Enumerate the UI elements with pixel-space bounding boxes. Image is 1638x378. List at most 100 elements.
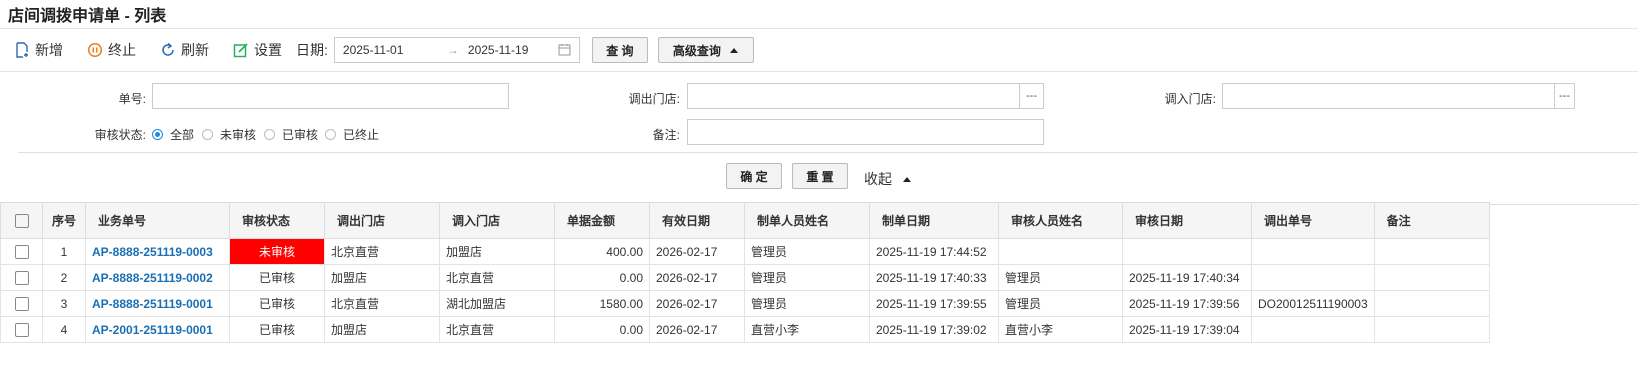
terminate-button-label: 终止: [108, 42, 136, 58]
add-button-label: 新增: [35, 42, 63, 58]
col-header-auditor[interactable]: 审核人员姓名: [998, 202, 1123, 239]
cell-audit-date: 2025-11-19 17:39:56: [1122, 290, 1252, 317]
reset-button[interactable]: 重 置: [792, 163, 848, 189]
out-store-label: 调出门店:: [628, 92, 680, 106]
row-checkbox[interactable]: [14, 244, 29, 259]
cell-order-no-link[interactable]: AP-2001-251119-0001: [85, 316, 230, 343]
col-header-remark[interactable]: 备注: [1373, 202, 1490, 239]
cell-seq: 1: [42, 238, 86, 265]
col-header-out-no[interactable]: 调出单号: [1251, 202, 1375, 239]
order-no-label: 单号:: [118, 92, 146, 106]
advanced-query-button[interactable]: 高级查询: [657, 37, 754, 63]
col-header-make-date[interactable]: 制单日期: [869, 202, 999, 239]
order-no-input[interactable]: [152, 83, 509, 109]
cell-make-date: 2025-11-19 17:40:33: [869, 264, 999, 291]
table-row[interactable]: 4 AP-2001-251119-0001 已审核 加盟店 北京直营 0.00 …: [0, 316, 1490, 343]
table-row[interactable]: 1 AP-8888-251119-0003 未审核 北京直营 加盟店 400.0…: [0, 238, 1490, 265]
status-option-label: 全部: [170, 128, 195, 142]
cell-out-no: [1251, 264, 1375, 291]
out-store-picker-button[interactable]: ---: [1020, 83, 1044, 109]
remark-input[interactable]: [687, 119, 1044, 145]
col-header-valid-date[interactable]: 有效日期: [649, 202, 745, 239]
cell-seq: 2: [42, 264, 86, 291]
cell-in-store: 北京直营: [439, 316, 555, 343]
edit-settings-icon: [233, 43, 248, 58]
cell-amount: 1580.00: [554, 290, 650, 317]
row-checkbox-cell[interactable]: [0, 264, 43, 291]
row-checkbox[interactable]: [14, 296, 29, 311]
cell-maker: 直营小李: [744, 316, 870, 343]
cell-amount: 0.00: [554, 316, 650, 343]
cell-order-no-link[interactable]: AP-8888-251119-0003: [85, 238, 230, 265]
col-header-status[interactable]: 审核状态: [229, 202, 325, 239]
query-button[interactable]: 查 询: [591, 37, 648, 63]
col-header-order-no[interactable]: 业务单号: [85, 202, 230, 239]
radio-icon: [202, 129, 213, 140]
status-option-label: 已终止: [343, 128, 380, 142]
confirm-button[interactable]: 确 定: [726, 163, 782, 189]
date-to-value[interactable]: 2025-11-19: [468, 43, 529, 57]
select-all-checkbox-cell[interactable]: [0, 202, 43, 239]
settings-button[interactable]: 设置: [233, 40, 282, 60]
cell-in-store: 北京直营: [439, 264, 555, 291]
row-checkbox[interactable]: [14, 270, 29, 285]
cell-status: 未审核: [229, 238, 325, 265]
row-checkbox-cell[interactable]: [0, 290, 43, 317]
cell-audit-date: 2025-11-19 17:39:04: [1122, 316, 1252, 343]
cell-status: 已审核: [229, 264, 325, 291]
radio-selected-icon: [152, 129, 163, 140]
col-header-audit-date[interactable]: 审核日期: [1122, 202, 1252, 239]
cell-out-no: DO20012511190003: [1251, 290, 1375, 317]
cell-status: 已审核: [229, 290, 325, 317]
cell-order-no-link[interactable]: AP-8888-251119-0002: [85, 264, 230, 291]
radio-icon: [325, 129, 336, 140]
table-row[interactable]: 3 AP-8888-251119-0001 已审核 北京直营 湖北加盟店 158…: [0, 290, 1490, 317]
col-header-maker[interactable]: 制单人员姓名: [744, 202, 870, 239]
radio-icon: [264, 129, 275, 140]
refresh-icon: [162, 42, 174, 56]
add-button[interactable]: 新增: [14, 40, 63, 60]
col-header-seq[interactable]: 序号: [42, 202, 86, 239]
in-store-input[interactable]: [1222, 83, 1555, 109]
col-header-amount[interactable]: 单据金额: [554, 202, 650, 239]
row-checkbox-cell[interactable]: [0, 238, 43, 265]
cell-order-no-link[interactable]: AP-8888-251119-0001: [85, 290, 230, 317]
date-range-picker[interactable]: 2025-11-01 → 2025-11-19: [333, 37, 580, 63]
row-checkbox[interactable]: [14, 322, 29, 337]
cell-auditor: 管理员: [998, 264, 1123, 291]
out-store-input[interactable]: [687, 83, 1020, 109]
cell-maker: 管理员: [744, 264, 870, 291]
cell-out-no: [1251, 238, 1375, 265]
status-radio-terminated[interactable]: 已终止: [325, 126, 379, 143]
cell-make-date: 2025-11-19 17:39:55: [869, 290, 999, 317]
date-from-value[interactable]: 2025-11-01: [343, 43, 404, 57]
col-header-in-store[interactable]: 调入门店: [439, 202, 555, 239]
cell-remark: [1373, 238, 1490, 265]
cell-audit-date: [1122, 238, 1252, 265]
terminate-button[interactable]: 终止: [87, 40, 136, 60]
cell-remark: [1373, 290, 1490, 317]
status-option-label: 已审核: [282, 128, 319, 142]
cell-in-store: 湖北加盟店: [439, 290, 555, 317]
select-all-checkbox[interactable]: [14, 213, 29, 228]
requests-table: 序号 业务单号 审核状态 调出门店 调入门店 单据金额 有效日期 制单人员姓名 …: [0, 202, 1490, 343]
date-range-arrow: →: [446, 43, 459, 57]
cell-out-store: 加盟店: [324, 264, 440, 291]
collapse-label: 收起: [864, 171, 892, 187]
refresh-button[interactable]: 刷新: [160, 40, 209, 60]
toolbar: 新增 终止 刷新 设置 日期: 2025-11-01 → 2025-11-19 …: [0, 29, 1638, 72]
status-radio-audited[interactable]: 已审核: [264, 126, 318, 143]
row-checkbox-cell[interactable]: [0, 316, 43, 343]
cell-valid-date: 2026-02-17: [649, 290, 745, 317]
cell-out-store: 北京直营: [324, 238, 440, 265]
status-radio-unaudited[interactable]: 未审核: [202, 126, 256, 143]
collapse-button[interactable]: 收起: [864, 169, 912, 189]
remark-label: 备注:: [652, 128, 680, 142]
col-header-out-store[interactable]: 调出门店: [324, 202, 440, 239]
in-store-picker-button[interactable]: ---: [1555, 83, 1575, 109]
in-store-label: 调入门店:: [1164, 92, 1216, 106]
calendar-icon[interactable]: [558, 43, 571, 56]
table-row[interactable]: 2 AP-8888-251119-0002 已审核 加盟店 北京直营 0.00 …: [0, 264, 1490, 291]
cell-amount: 400.00: [554, 238, 650, 265]
status-radio-all[interactable]: 全部: [152, 126, 194, 143]
